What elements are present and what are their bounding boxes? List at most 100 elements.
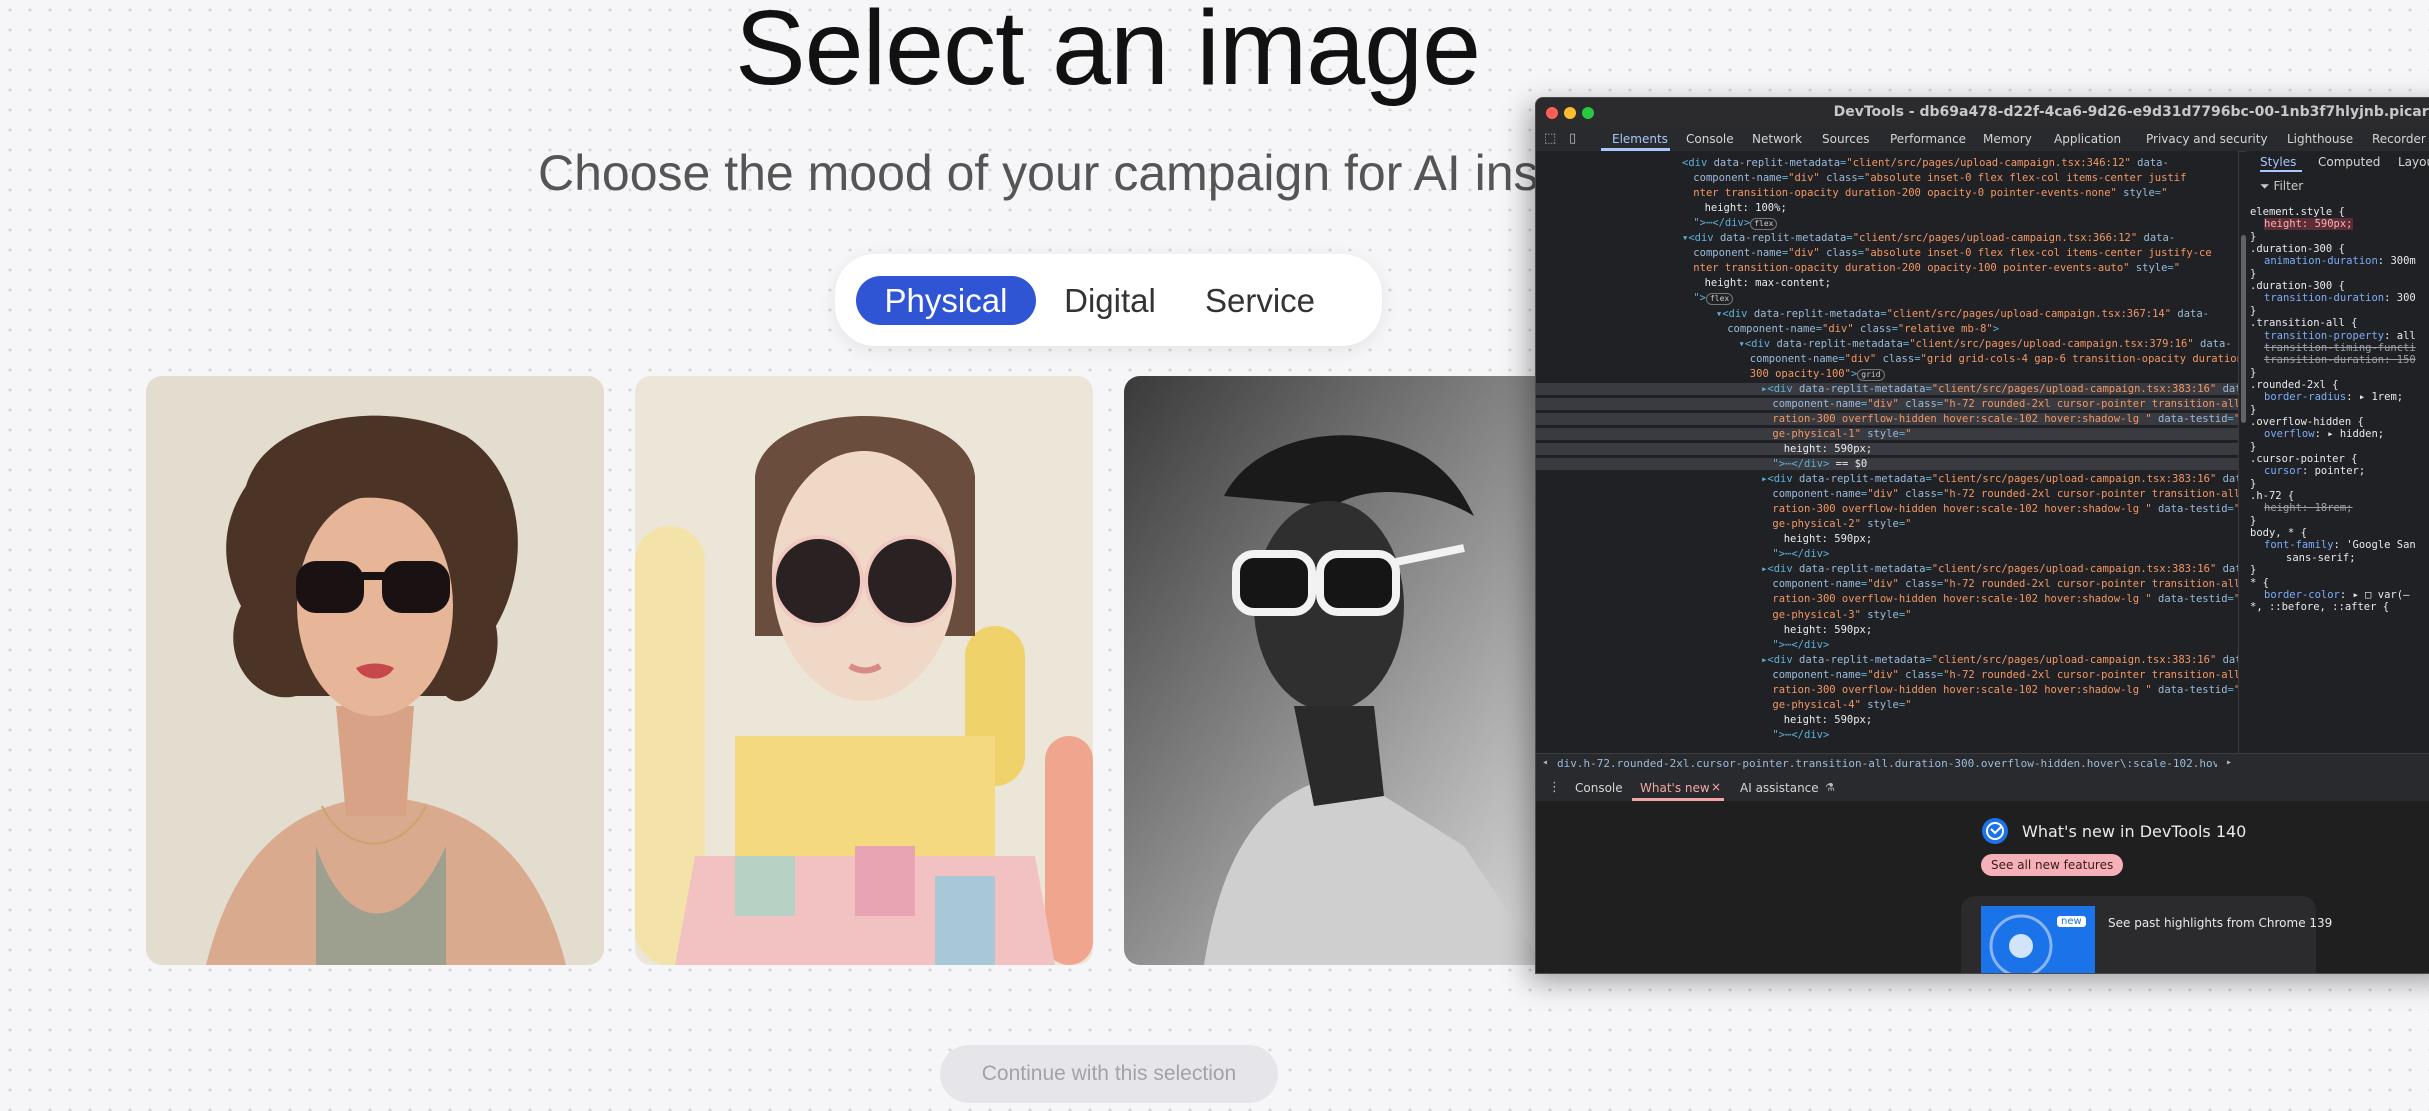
tab-styles[interactable]: Styles [2260, 155, 2296, 169]
dom-node-line[interactable]: ">⋯</div> [1772, 639, 1829, 651]
dom-node-line[interactable]: ration-300 overflow-hidden hover:scale-1… [1772, 593, 2238, 605]
dom-node-line[interactable]: nter transition-opacity duration-200 opa… [1693, 262, 2180, 274]
style-rule-line[interactable]: .duration-300 { [2250, 280, 2345, 292]
dom-node-line[interactable]: ration-300 overflow-hidden hover:scale-1… [1772, 684, 2238, 696]
style-rule-line[interactable]: transition-duration: 150 [2264, 354, 2416, 366]
style-rule-line[interactable]: element.style { [2250, 206, 2345, 218]
tab-service[interactable]: Service [1185, 276, 1335, 325]
close-window-button[interactable] [1546, 107, 1558, 119]
dom-node-line[interactable]: component-name="div" class="grid grid-co… [1750, 353, 2238, 365]
dom-node-line[interactable]: height: 590px; [1784, 624, 1873, 636]
tab-layout[interactable]: Layou [2398, 155, 2429, 169]
breadcrumb-left-icon[interactable]: ◂ [1542, 757, 1548, 768]
dom-node-line[interactable]: ▸<div data-replit-metadata="client/src/p… [1761, 654, 2238, 666]
tab-digital[interactable]: Digital [1045, 276, 1175, 325]
dom-node-line[interactable]: ration-300 overflow-hidden hover:scale-1… [1536, 412, 2238, 425]
style-rule-line[interactable]: transition-property: all [2264, 330, 2416, 342]
style-rule-line[interactable]: } [2250, 478, 2256, 490]
drawer-menu-icon[interactable]: ⋮ [1548, 780, 1561, 795]
dom-node-line[interactable]: <div data-replit-metadata="client/src/pa… [1682, 157, 2169, 169]
tab-console[interactable]: Console [1686, 132, 1734, 146]
style-rule-line[interactable]: } [2250, 515, 2256, 527]
dom-node-line[interactable]: ">⋯</div> flex [1693, 217, 1778, 231]
continue-button[interactable]: Continue with this selection [940, 1045, 1278, 1103]
drawer-tab-whats-new[interactable]: What's new [1640, 781, 1710, 795]
style-rule-line[interactable]: .cursor-pointer { [2250, 453, 2357, 465]
breadcrumb-path[interactable]: div.h-72.rounded-2xl.cursor-pointer.tran… [1557, 757, 2217, 770]
dom-node-line[interactable]: ▾<div data-replit-metadata="client/src/p… [1739, 338, 2232, 350]
dom-node-line[interactable]: component-name="div" class="h-72 rounded… [1536, 397, 2238, 410]
dom-node-line[interactable]: component-name="div" class="h-72 rounded… [1772, 488, 2238, 500]
zoom-window-button[interactable] [1582, 107, 1594, 119]
minimize-window-button[interactable] [1564, 107, 1576, 119]
dom-node-line[interactable]: height: 590px; [1784, 714, 1873, 726]
style-rule-line[interactable]: overflow: ▸ hidden; [2264, 428, 2384, 440]
tab-network[interactable]: Network [1752, 132, 1802, 146]
tab-elements[interactable]: Elements [1612, 132, 1668, 146]
dom-node-line[interactable]: ▾<div data-replit-metadata="client/src/p… [1716, 308, 2209, 320]
elements-dom-tree[interactable]: ⋯ <div data-replit-metadata="client/src/… [1536, 151, 2239, 753]
style-rule-line[interactable]: body, * { [2250, 527, 2307, 539]
style-rule-line[interactable]: } [2250, 564, 2256, 576]
tab-application[interactable]: Application [2054, 132, 2121, 146]
close-tab-icon[interactable]: × [1711, 780, 1721, 794]
style-rule-line[interactable]: height: 590px; [2264, 218, 2353, 231]
style-rule-line[interactable]: transition-duration: 300 [2264, 292, 2416, 304]
tab-privacy-security[interactable]: Privacy and security [2146, 132, 2268, 146]
breadcrumb-right-icon[interactable]: ▸ [2226, 757, 2232, 768]
style-rule-line[interactable]: } [2250, 268, 2256, 280]
dom-node-line[interactable]: component-name="div" class="absolute ins… [1693, 172, 2186, 184]
device-toolbar-icon[interactable]: ▯ [1569, 131, 1576, 146]
style-rule-line[interactable]: .duration-300 { [2250, 243, 2345, 255]
dom-node-line[interactable]: height: 590px; [1536, 442, 2238, 455]
style-rule-line[interactable]: } [2250, 441, 2256, 453]
dom-node-line[interactable]: ">⋯</div> == $0 [1536, 458, 2238, 470]
dom-node-line[interactable]: ge-physical-2" style=" [1772, 518, 1911, 530]
style-rule-line[interactable]: cursor: pointer; [2264, 465, 2365, 477]
style-rule-line[interactable]: } [2250, 231, 2256, 243]
tab-memory[interactable]: Memory [1983, 132, 2032, 146]
dom-node-line[interactable]: nter transition-opacity duration-200 opa… [1693, 187, 2167, 199]
style-rule-line[interactable]: *, ::before, ::after { [2250, 601, 2389, 613]
style-rule-line[interactable]: font-family: 'Google San [2264, 539, 2416, 551]
image-card-physical-1[interactable] [146, 376, 604, 965]
inspect-element-icon[interactable]: ⬚ [1544, 131, 1556, 146]
style-rule-line[interactable]: .transition-all { [2250, 317, 2357, 329]
drawer-tab-ai-assistance[interactable]: AI assistance [1740, 781, 1819, 795]
highlights-card[interactable]: new See past highlights from Chrome 139 [1961, 896, 2332, 973]
tab-recorder[interactable]: Recorder [2372, 132, 2426, 146]
style-rule-line[interactable]: transition-timing-functi [2264, 342, 2416, 354]
dom-node-line[interactable]: ▸<div data-replit-metadata="client/src/p… [1761, 473, 2238, 485]
style-rule-line[interactable]: border-radius: ▸ 1rem; [2264, 391, 2403, 403]
tab-performance[interactable]: Performance [1890, 132, 1966, 146]
style-rule-line[interactable]: border-color: ▸ □ var(— [2264, 589, 2409, 601]
dom-node-line[interactable]: ▸<div data-replit-metadata="client/src/p… [1536, 382, 2238, 395]
tab-physical[interactable]: Physical [856, 276, 1036, 325]
dom-node-line[interactable]: height: max-content; [1705, 277, 1831, 289]
style-rule-line[interactable]: .rounded-2xl { [2250, 379, 2339, 391]
dom-node-line[interactable]: component-name="div" class="h-72 rounded… [1772, 578, 2238, 590]
dom-node-line[interactable]: component-name="div" class="relative mb-… [1727, 323, 1999, 335]
dom-node-line[interactable]: component-name="div" class="h-72 rounded… [1772, 669, 2238, 681]
style-rule-line[interactable]: sans-serif; [2286, 552, 2356, 564]
style-rule-line[interactable]: } [2250, 305, 2256, 317]
dom-node-line[interactable]: component-name="div" class="absolute ins… [1693, 247, 2211, 259]
dom-node-line[interactable]: ">⋯</div> [1772, 548, 1829, 560]
style-rule-line[interactable]: height: 18rem; [2264, 502, 2353, 514]
dom-node-line[interactable]: "> flex [1693, 292, 1734, 306]
dom-node-line[interactable]: ▸<div data-replit-metadata="client/src/p… [1761, 563, 2238, 575]
dom-node-line[interactable]: height: 100%; [1705, 202, 1787, 214]
dom-node-line[interactable]: ">⋯</div> [1772, 729, 1829, 741]
style-rule-line[interactable]: } [2250, 404, 2256, 416]
style-rule-line[interactable]: animation-duration: 300m [2264, 255, 2416, 267]
style-rule-line[interactable]: } [2250, 367, 2256, 379]
style-rule-line[interactable]: * { [2250, 577, 2269, 589]
dom-node-line[interactable]: ge-physical-3" style=" [1772, 609, 1911, 621]
tab-lighthouse[interactable]: Lighthouse [2287, 132, 2353, 146]
style-rule-line[interactable]: .h-72 { [2250, 490, 2294, 502]
tab-sources[interactable]: Sources [1822, 132, 1869, 146]
image-card-physical-2[interactable] [635, 376, 1093, 965]
dom-node-line[interactable]: height: 590px; [1784, 533, 1873, 545]
dom-node-line[interactable]: ge-physical-4" style=" [1772, 699, 1911, 711]
dom-node-line[interactable]: ge-physical-1" style=" [1536, 427, 2238, 440]
